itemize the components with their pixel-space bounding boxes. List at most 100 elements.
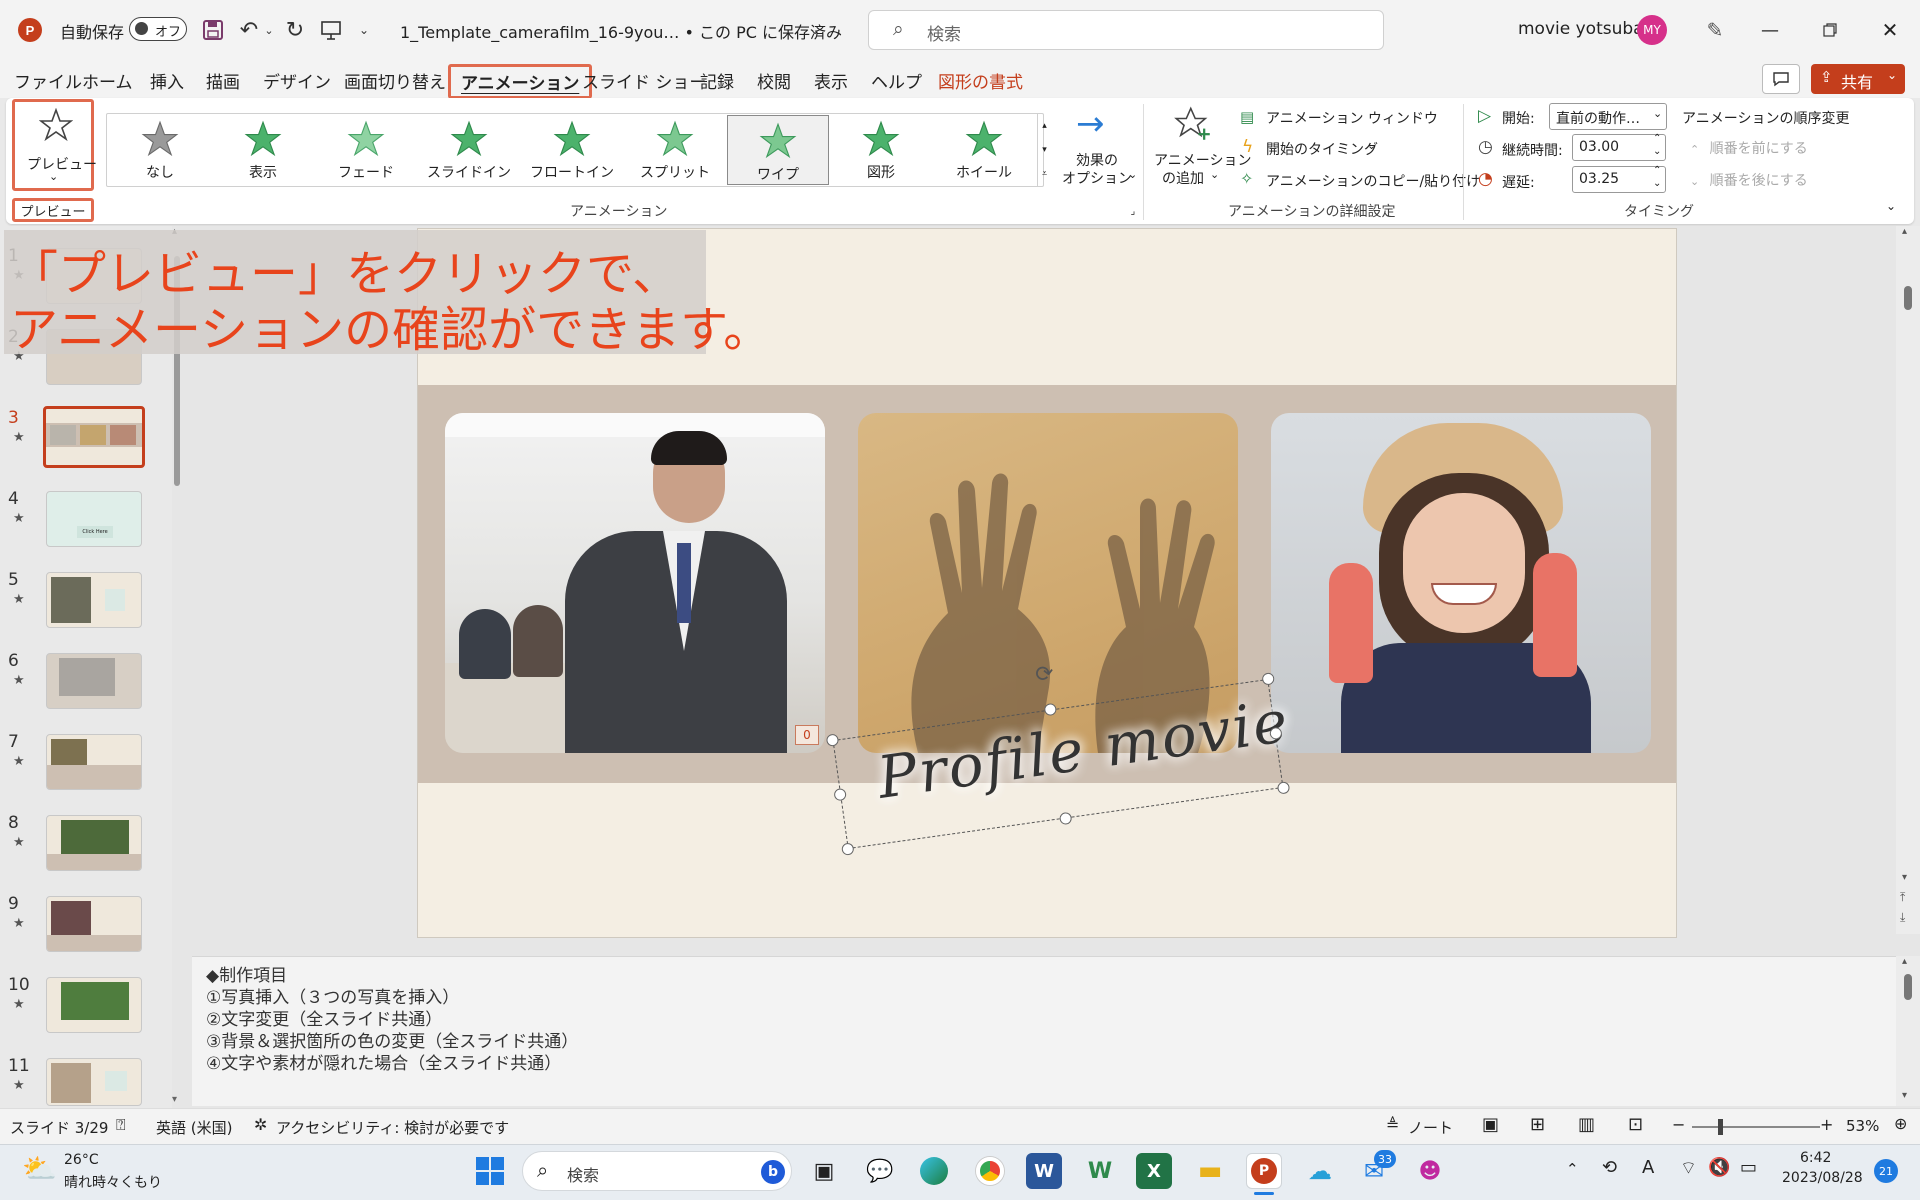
normal-view-icon[interactable]: ▣ — [1482, 1114, 1499, 1135]
tab-file[interactable]: ファイル — [14, 68, 82, 93]
sync-icon[interactable]: ⟲ — [1602, 1157, 1617, 1178]
thumbnail-item[interactable]: 8 ★ — [0, 813, 160, 893]
pen-icon[interactable]: ✎ — [1700, 15, 1730, 45]
thumbnail-item[interactable]: 6 ★ — [0, 651, 160, 731]
tab-draw[interactable]: 描画 — [206, 68, 240, 93]
excel-icon[interactable]: X — [1136, 1153, 1172, 1189]
chrome-icon[interactable] — [972, 1153, 1008, 1189]
tab-shape-format[interactable]: 図形の書式 — [938, 68, 1023, 93]
tab-view[interactable]: 表示 — [814, 68, 848, 93]
thumbnail-item[interactable]: 3 ★ — [0, 406, 160, 488]
gallery-more-icon[interactable]: ⩡ — [1037, 162, 1051, 186]
start-button[interactable] — [474, 1155, 506, 1187]
move-later-button[interactable]: ⌄ 順番を後にする — [1690, 170, 1840, 192]
tray-overflow-icon[interactable]: ⌃ — [1566, 1160, 1579, 1178]
tab-home[interactable]: ホーム — [82, 68, 133, 93]
close-icon[interactable]: ✕ — [1870, 12, 1910, 48]
thumbnail-item[interactable]: 7 ★ — [0, 732, 160, 812]
notes-scroll-down-icon[interactable]: ▾ — [1902, 1090, 1907, 1101]
chat-icon[interactable]: 💬 — [862, 1153, 898, 1189]
volume-mute-icon[interactable]: 🔇 — [1708, 1157, 1730, 1178]
wifi-icon[interactable]: ⌔ — [1680, 1157, 1697, 1180]
clock-date[interactable]: 2023/08/28 — [1782, 1170, 1863, 1186]
taskbar-search[interactable]: ⌕ 検索 b — [522, 1151, 792, 1191]
tab-record[interactable]: 記録 — [700, 68, 734, 93]
task-view-icon[interactable]: ▣ — [806, 1153, 842, 1189]
resize-handle[interactable] — [1058, 811, 1073, 826]
zoom-out-icon[interactable]: − — [1672, 1115, 1685, 1134]
resize-handle[interactable] — [841, 842, 855, 856]
next-slide-icon[interactable]: ⤓ — [1900, 910, 1905, 925]
fit-slide-icon[interactable]: ⊕ — [1894, 1114, 1907, 1133]
comment-button[interactable] — [1762, 64, 1800, 94]
undo-icon[interactable]: ↶ — [234, 15, 264, 45]
tab-slideshow[interactable]: スライド ショー — [582, 68, 706, 93]
slide-indicator[interactable]: スライド 3/29 — [10, 1117, 108, 1138]
spellcheck-icon[interactable]: ⍰ — [116, 1115, 126, 1135]
redo-icon[interactable]: ↻ — [280, 15, 310, 45]
dialog-launcher-icon[interactable]: ⌟ — [1126, 204, 1140, 218]
anim-wipe[interactable]: ワイプ — [727, 115, 829, 185]
language-indicator[interactable]: 英語 (米国) — [156, 1117, 232, 1138]
thumbnail-item[interactable]: 9 ★ — [0, 894, 160, 974]
anim-none[interactable]: なし — [109, 114, 211, 186]
scroll-up-icon[interactable]: ▴ — [1902, 226, 1907, 237]
explorer-icon[interactable]: ▬ — [1192, 1153, 1228, 1189]
save-icon[interactable] — [200, 17, 226, 43]
slide-sorter-icon[interactable]: ⊞ — [1530, 1114, 1545, 1135]
move-earlier-button[interactable]: ⌃ 順番を前にする — [1690, 138, 1840, 160]
start-select[interactable]: 直前の動作… ⌄ — [1549, 103, 1667, 130]
customize-qat-icon[interactable]: ⌄ — [354, 18, 374, 42]
zoom-in-icon[interactable]: + — [1820, 1115, 1833, 1134]
avatar[interactable]: MY — [1637, 15, 1667, 45]
preview-button[interactable]: プレビュー ⌄ — [12, 99, 97, 191]
animation-painter-button[interactable]: ✧ アニメーションのコピー/貼り付け — [1240, 169, 1480, 193]
powerpoint-taskbar-icon[interactable]: P — [1246, 1153, 1282, 1189]
thumb-scroll-down-icon[interactable]: ▾ — [172, 1094, 177, 1105]
present-icon[interactable] — [316, 15, 346, 45]
add-animation-button[interactable]: アニメーション の追加 ⌄ — [1150, 104, 1251, 192]
tab-review[interactable]: 校閲 — [757, 68, 791, 93]
restore-icon[interactable] — [1810, 12, 1850, 48]
delay-spinner[interactable]: 03.25 ⌃ ⌄ — [1572, 165, 1666, 193]
anim-fade[interactable]: フェード — [315, 114, 417, 186]
share-button[interactable]: ⇪ 共有 ⌄ — [1811, 64, 1905, 94]
reading-view-icon[interactable]: ▥ — [1578, 1114, 1595, 1135]
weather-widget[interactable]: ⛅ 26°C 晴れ時々くもり — [22, 1150, 162, 1194]
spin-down-icon[interactable]: ⌄ — [1653, 178, 1661, 189]
tab-transitions[interactable]: 画面切り替え — [344, 68, 446, 93]
edge-icon[interactable] — [916, 1153, 952, 1189]
effect-options-button[interactable]: → 効果の オプション ⌄ — [1058, 104, 1140, 192]
notes-pane[interactable]: ◆制作項目 ①写真挿入（３つの写真を挿入） ②文字変更（全スライド共通） ③背景… — [192, 956, 1896, 1106]
clock-time[interactable]: 6:42 — [1800, 1150, 1831, 1166]
cloud-app-icon[interactable]: ☁ — [1302, 1153, 1338, 1189]
font-icon[interactable]: A — [1642, 1157, 1654, 1178]
resize-handle[interactable] — [1276, 781, 1291, 795]
file-title[interactable]: 1_Template_camerafilm_16-9you… • この PC に… — [400, 19, 842, 43]
autosave-toggle[interactable]: オフ — [129, 17, 187, 41]
zoom-slider[interactable] — [1692, 1119, 1820, 1135]
thumbnail-item[interactable]: 10 ★ — [0, 975, 160, 1055]
spin-up-icon[interactable]: ⌃ — [1653, 133, 1661, 144]
zoom-slider-thumb[interactable] — [1718, 1119, 1723, 1135]
anim-wheel[interactable]: ホイール — [933, 114, 1035, 186]
notification-badge[interactable]: 21 — [1874, 1159, 1898, 1183]
collapse-ribbon-icon[interactable]: ⌄ — [1880, 196, 1902, 216]
photo-woman-popsicles[interactable] — [1271, 413, 1651, 753]
gallery-scroll-up-icon[interactable]: ▴ — [1037, 114, 1051, 138]
search-box[interactable]: ⌕ 検索 — [868, 10, 1384, 50]
word-icon[interactable]: W — [1026, 1153, 1062, 1189]
notes-toggle[interactable]: ノート — [1408, 1117, 1453, 1138]
user-name[interactable]: movie yotsuba — [1518, 19, 1644, 39]
thumbnail-item[interactable]: 4 ★ Click Here — [0, 489, 160, 569]
gallery-scroll-down-icon[interactable]: ▾ — [1037, 138, 1051, 162]
anim-float-in[interactable]: フロートイン — [521, 114, 623, 186]
slideshow-view-icon[interactable]: ⊡ — [1628, 1114, 1643, 1135]
notes-scrollbar-thumb[interactable] — [1904, 974, 1912, 1000]
tab-insert[interactable]: 挿入 — [150, 68, 184, 93]
zoom-level[interactable]: 53% — [1846, 1117, 1879, 1135]
anim-appear[interactable]: 表示 — [212, 114, 314, 186]
spin-up-icon[interactable]: ⌃ — [1653, 165, 1661, 176]
anim-fly-in[interactable]: スライドイン — [418, 114, 520, 186]
scroll-down-icon[interactable]: ▾ — [1902, 872, 1907, 883]
